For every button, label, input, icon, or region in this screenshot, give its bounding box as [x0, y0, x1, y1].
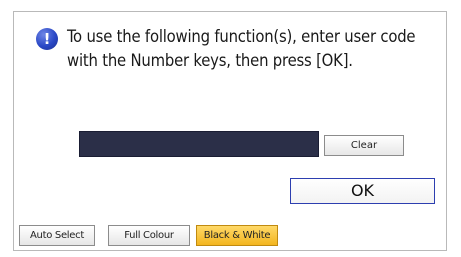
full-colour-button[interactable]: Full Colour — [108, 225, 190, 246]
user-code-screen: ! To use the following function(s), ente… — [0, 0, 461, 257]
ok-button[interactable]: OK — [290, 178, 435, 204]
black-and-white-button[interactable]: Black & White — [196, 225, 278, 246]
info-icon: ! — [36, 28, 58, 50]
user-code-dialog: ! To use the following function(s), ente… — [13, 11, 447, 251]
instruction-message: To use the following function(s), enter … — [67, 27, 416, 70]
auto-select-button[interactable]: Auto Select — [19, 225, 95, 246]
user-code-field[interactable] — [79, 131, 319, 157]
clear-button[interactable]: Clear — [324, 135, 404, 156]
